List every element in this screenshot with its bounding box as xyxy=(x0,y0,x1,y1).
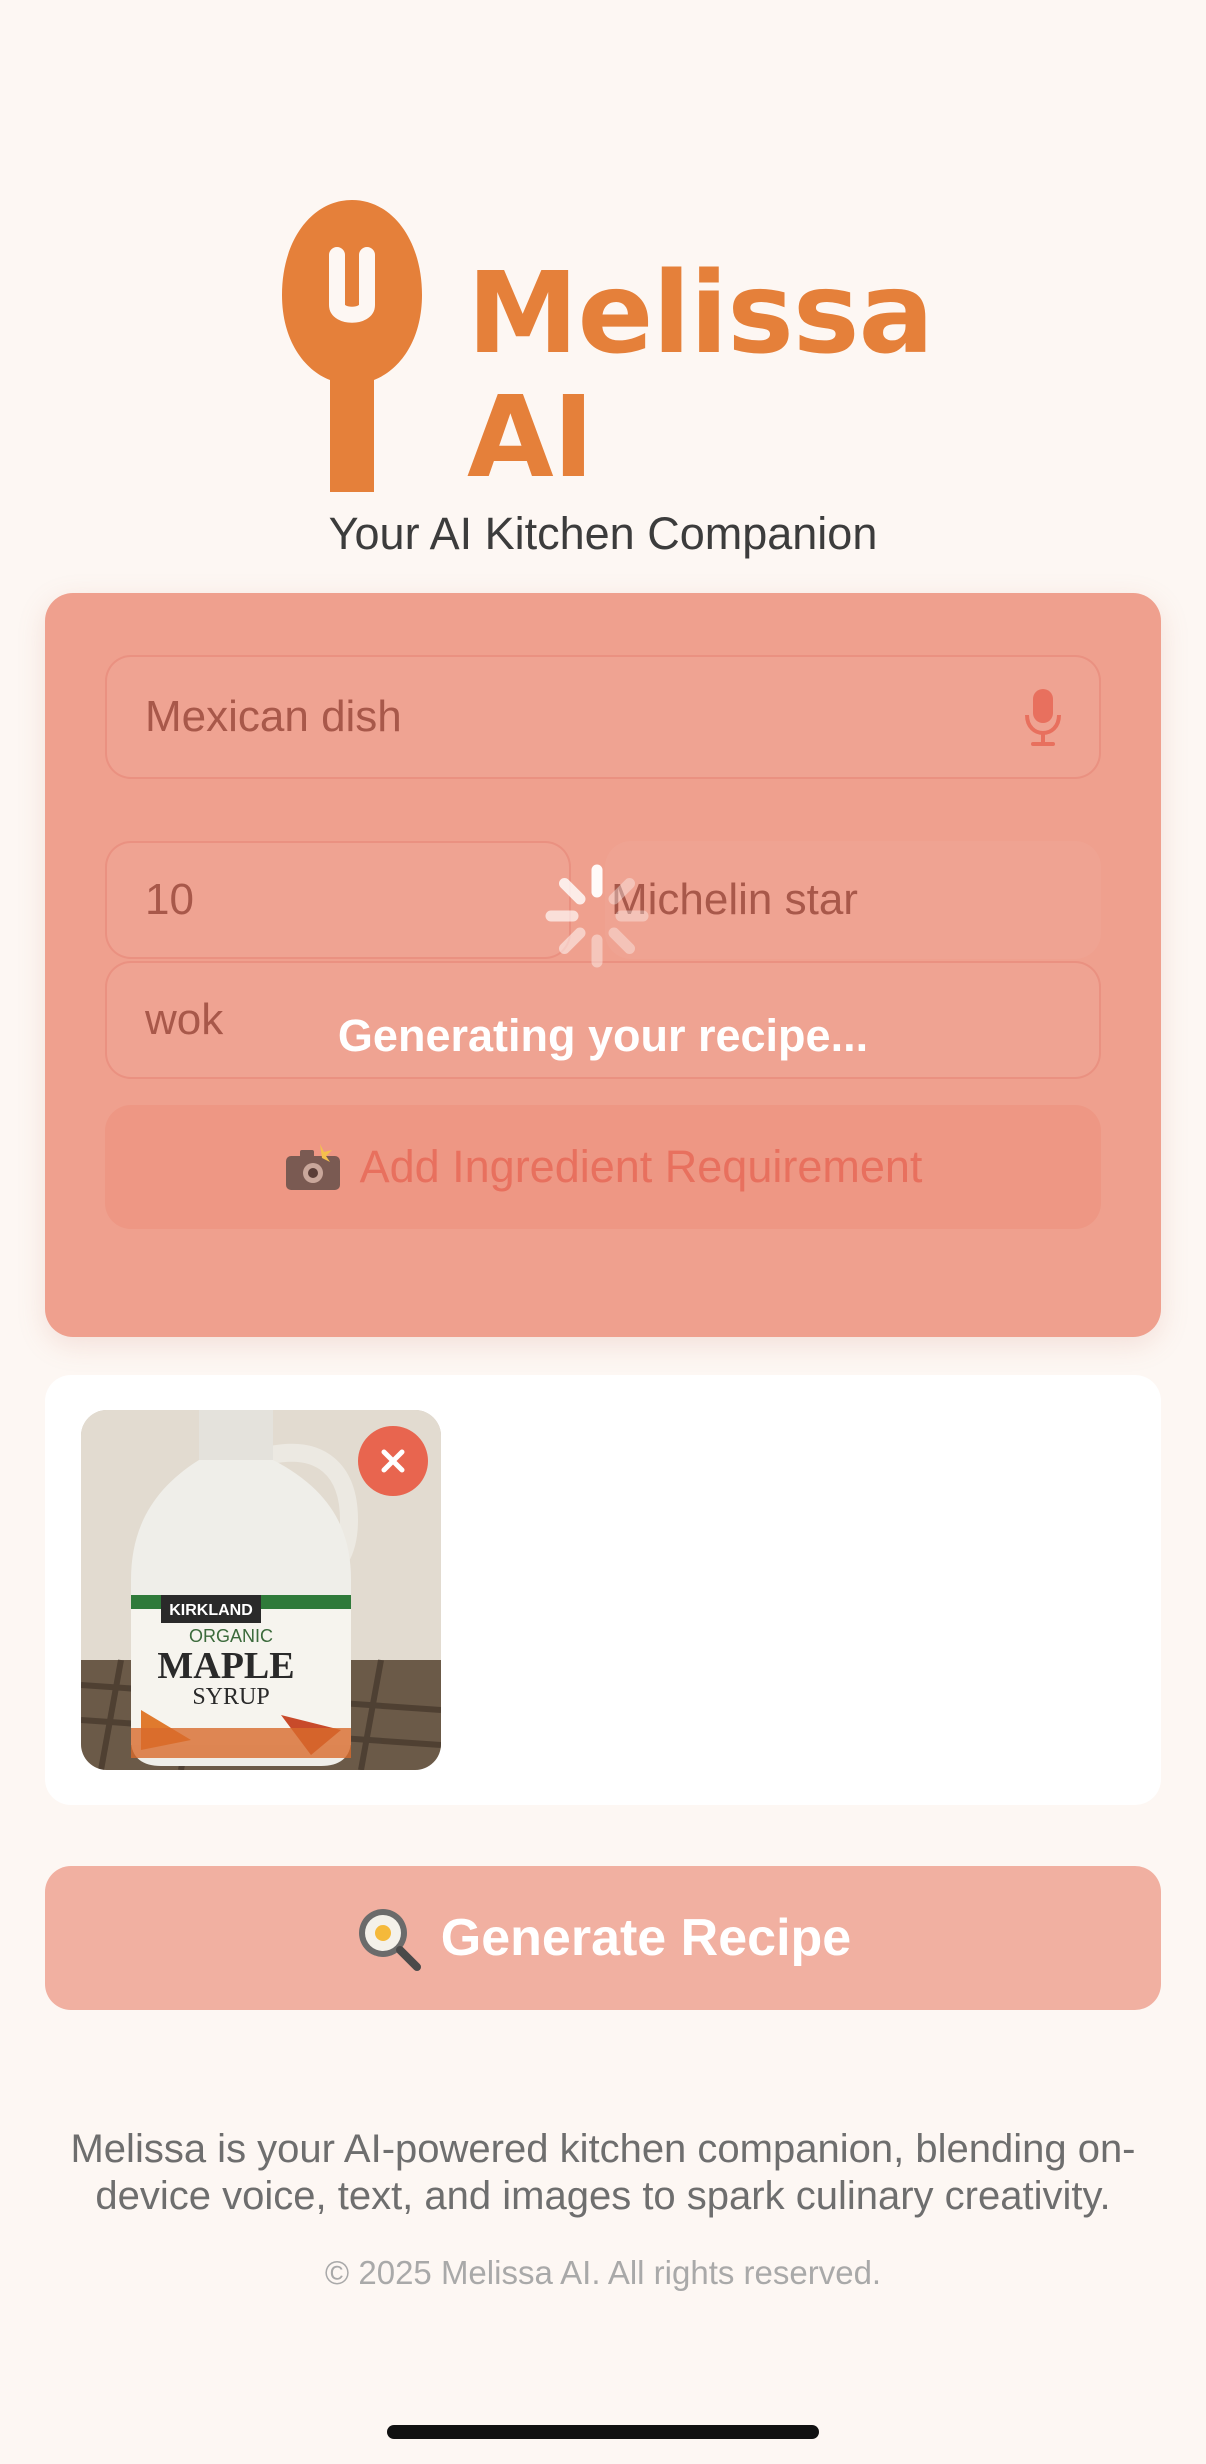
remove-image-button[interactable] xyxy=(358,1426,428,1496)
loading-text: Generating your recipe... xyxy=(337,1010,869,1061)
frying-pan-icon xyxy=(358,1909,421,1971)
prompt-input-value: Mexican dish xyxy=(145,692,402,741)
label-line2-text: MAPLE xyxy=(157,1645,294,1687)
brand-name: Melissa AI xyxy=(467,249,934,503)
spinner-icon xyxy=(545,864,649,968)
label-line3-text: SYRUP xyxy=(192,1684,269,1710)
servings-input-value: 10 xyxy=(145,875,194,924)
generate-recipe-button[interactable]: Generate Recipe xyxy=(45,1866,1161,2010)
style-input[interactable]: Michelin star xyxy=(605,841,1101,959)
home-indicator[interactable] xyxy=(387,2425,819,2439)
generate-recipe-label: Generate Recipe xyxy=(440,1909,852,1967)
uploaded-images-card: KIRKLAND ORGANIC MAPLE SYRUP xyxy=(45,1375,1161,1805)
footer-description: Melissa is your AI-powered kitchen compa… xyxy=(70,2127,1136,2218)
camera-flash-icon xyxy=(285,1144,340,1190)
add-ingredient-button[interactable]: Add Ingredient Requirement xyxy=(105,1105,1101,1229)
prompt-input[interactable]: Mexican dish xyxy=(105,655,1101,779)
label-brand-text: KIRKLAND xyxy=(169,1602,253,1619)
microphone-icon[interactable] xyxy=(1023,687,1063,747)
add-ingredient-label: Add Ingredient Requirement xyxy=(359,1141,923,1192)
servings-input[interactable]: 10 xyxy=(105,841,571,959)
tagline: Your AI Kitchen Companion xyxy=(328,508,878,559)
close-icon xyxy=(381,1449,405,1473)
spoon-icon xyxy=(282,200,422,492)
brand-name-line2: AI xyxy=(467,373,594,503)
footer-copyright: © 2025 Melissa AI. All rights reserved. xyxy=(324,2254,882,2291)
label-line1-text: ORGANIC xyxy=(189,1626,273,1646)
app-logo: Melissa AI xyxy=(282,200,934,500)
brand-name-line1: Melissa xyxy=(467,249,934,379)
